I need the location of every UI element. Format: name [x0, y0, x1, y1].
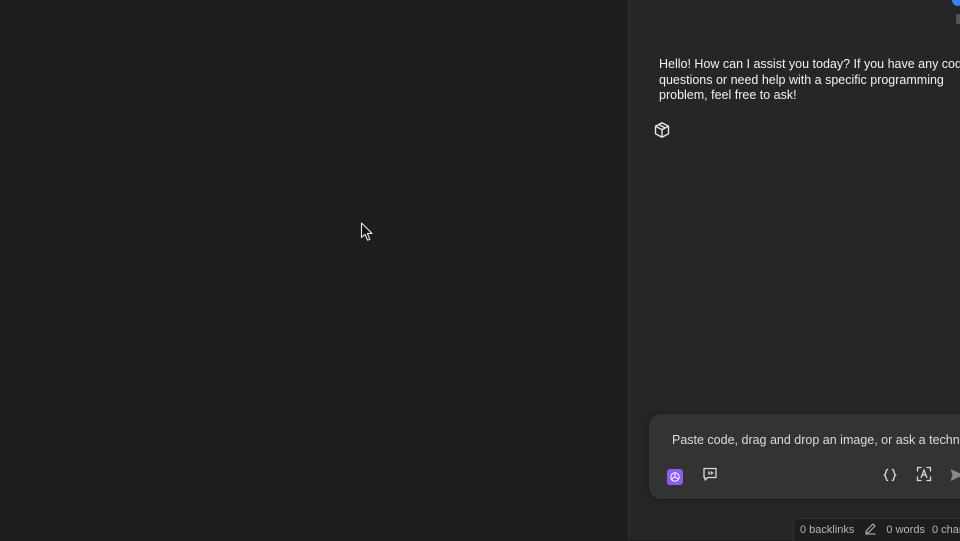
chat-input[interactable]	[672, 432, 960, 448]
pencil-icon[interactable]	[864, 522, 877, 538]
model-select-button[interactable]	[665, 467, 685, 487]
chat-panel: Hello! How can I assist you today? If yo…	[629, 0, 960, 540]
code-braces-icon	[882, 467, 898, 488]
prompt-library-button[interactable]	[700, 466, 720, 486]
prompt-library-icon	[702, 466, 718, 487]
status-bar: 0 backlinks 0 words 0 characters	[793, 518, 960, 541]
notification-dot	[952, 0, 960, 6]
word-count: 0 words	[886, 524, 925, 536]
editor-pane[interactable]	[0, 0, 629, 540]
backlinks-count[interactable]: 0 backlinks	[800, 524, 854, 536]
assistant-message: Hello! How can I assist you today? If yo…	[659, 57, 960, 102]
cube-icon	[653, 121, 671, 139]
screenshot-ocr-button[interactable]	[914, 466, 934, 486]
insert-code-button[interactable]	[880, 467, 900, 487]
mouse-pointer-icon	[360, 222, 374, 242]
chat-composer	[649, 414, 960, 499]
character-count: 0 characters	[931, 524, 960, 536]
text-scan-icon	[916, 466, 932, 487]
scroll-handle[interactable]	[956, 14, 960, 24]
send-icon	[949, 467, 960, 488]
openai-icon	[667, 469, 683, 485]
send-button[interactable]	[947, 467, 960, 487]
